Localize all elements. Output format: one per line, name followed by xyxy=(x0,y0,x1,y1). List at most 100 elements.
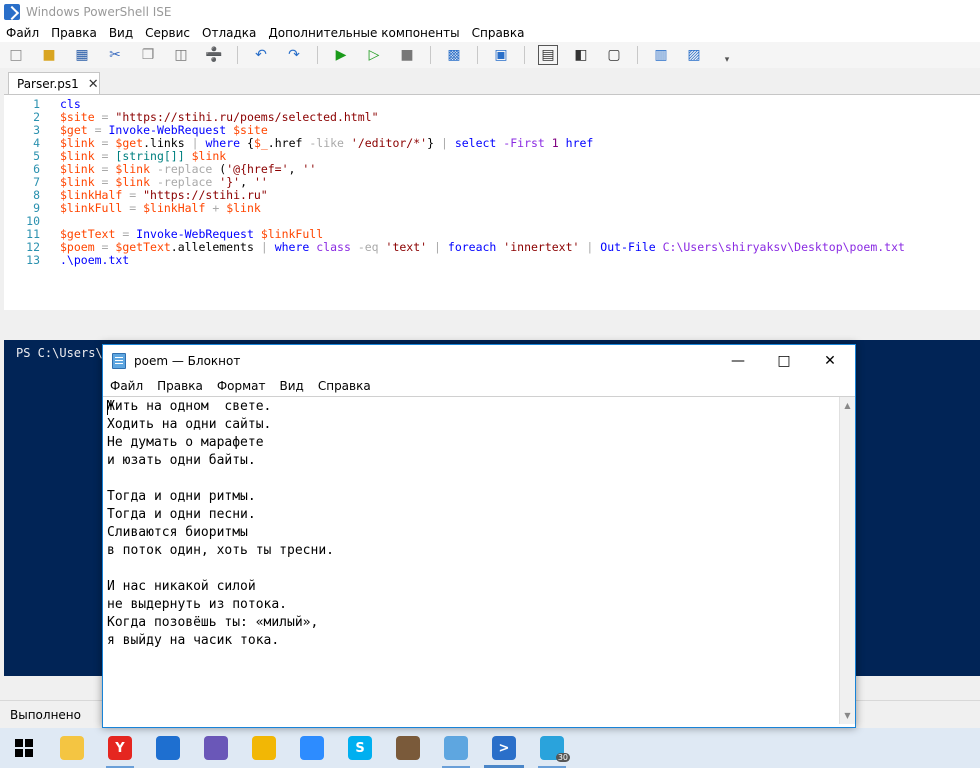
line-number: 8 xyxy=(33,188,40,202)
poem-line: в поток один, хоть ты тресни. xyxy=(107,543,334,558)
zoom-taskbar-button[interactable] xyxy=(288,728,336,768)
explorer-icon xyxy=(60,736,84,760)
toolbar-separator xyxy=(430,46,431,64)
archive-taskbar-button[interactable] xyxy=(384,728,432,768)
telegram-taskbar-button[interactable]: 30 xyxy=(528,728,576,768)
code-line: 13 .\poem.txt xyxy=(4,254,980,267)
start-icon xyxy=(12,736,36,760)
notepad-titlebar[interactable]: poem — Блокнот — □ ✕ xyxy=(103,345,855,376)
snipping-taskbar-button[interactable] xyxy=(192,728,240,768)
stop-icon[interactable]: ■ xyxy=(397,45,417,65)
notepad-menu-item[interactable]: Формат xyxy=(210,379,273,393)
line-number: 3 xyxy=(33,123,40,137)
skype-taskbar-button[interactable]: S xyxy=(336,728,384,768)
poem-line: я выйду на часик тока. xyxy=(107,633,280,648)
poem-line: не выдернуть из потока. xyxy=(107,597,288,612)
close-button[interactable]: ✕ xyxy=(807,345,853,376)
status-text: Выполнено xyxy=(10,707,81,722)
save-icon[interactable]: ▦ xyxy=(72,45,92,65)
scroll-down-icon[interactable]: ▼ xyxy=(844,711,850,720)
layout-right-icon[interactable]: ◧ xyxy=(571,45,591,65)
poem-line xyxy=(107,560,334,578)
notepad-vertical-scrollbar[interactable]: ▲ ▼ xyxy=(839,397,855,724)
menubar: Файл Правка Вид Сервис Отладка Дополнительные… xyxy=(0,24,980,42)
titlebar: Windows PowerShell ISE xyxy=(0,0,980,24)
scroll-up-icon[interactable]: ▲ xyxy=(844,401,850,410)
powershell-icon: > xyxy=(492,736,516,760)
cut-icon[interactable]: ✂ xyxy=(105,45,125,65)
notepad-menu-item[interactable]: Вид xyxy=(273,379,311,393)
menu-item[interactable]: Правка xyxy=(45,26,103,40)
toolbar-separator xyxy=(317,46,318,64)
console-icon[interactable]: ▣ xyxy=(491,45,511,65)
run-selection-icon[interactable]: ▷ xyxy=(364,45,384,65)
script-editor[interactable]: 1 cls 2 $site = "https://stihi.ru/poems/sel… xyxy=(4,94,980,324)
menu-item[interactable]: Дополнительные компоненты xyxy=(262,26,465,40)
paste-icon[interactable]: ◫ xyxy=(171,45,191,65)
menu-item[interactable]: Справка xyxy=(466,26,531,40)
poem-line: И нас никакой силой xyxy=(107,579,256,594)
line-number: 13 xyxy=(26,253,40,267)
menu-item[interactable]: Файл xyxy=(0,26,45,40)
tab-parser[interactable]: Parser.ps1 ✕ xyxy=(8,72,100,95)
taskbar: Y S >30 xyxy=(0,728,980,768)
notepad-menu-item[interactable]: Правка xyxy=(150,379,210,393)
line-number: 4 xyxy=(33,136,40,150)
line-number: 5 xyxy=(33,149,40,163)
notepad-content: Жить на одном свете. Ходить на одни сайты… xyxy=(107,398,334,650)
run-icon[interactable]: ▶ xyxy=(331,45,351,65)
layout-top-icon[interactable]: ▤ xyxy=(538,45,558,65)
notepad-text-area[interactable]: Жить на одном свете. Ходить на одни сайты… xyxy=(103,396,855,724)
notification-badge: 30 xyxy=(555,753,570,762)
notepad-menu-item[interactable]: Файл xyxy=(103,379,150,393)
skype-icon: S xyxy=(348,736,372,760)
menu-item[interactable]: Вид xyxy=(103,26,139,40)
line-number: 1 xyxy=(33,97,40,111)
notepad-taskbar-button[interactable] xyxy=(432,728,480,768)
start-taskbar-button[interactable] xyxy=(0,728,48,768)
remote-icon[interactable]: ▩ xyxy=(444,45,464,65)
sticky-notes-taskbar-button[interactable] xyxy=(240,728,288,768)
notepad-window: poem — Блокнот — □ ✕ Файл Правка Формат Вид… xyxy=(102,344,856,728)
powershell-taskbar-button[interactable]: > xyxy=(480,728,528,768)
addon-icon[interactable]: ▨ xyxy=(684,45,704,65)
console-prompt: PS C:\Users\ xyxy=(16,346,103,360)
explorer-taskbar-button[interactable] xyxy=(48,728,96,768)
notepad-icon xyxy=(112,352,126,369)
powershell-ise-icon xyxy=(4,4,20,20)
window-title: Windows PowerShell ISE xyxy=(26,5,172,19)
edge-legacy-taskbar-button[interactable] xyxy=(144,728,192,768)
code-line: 9 $linkFull = $linkHalf + $link xyxy=(4,202,980,215)
new-icon[interactable]: □ xyxy=(6,45,26,65)
toolbar-separator xyxy=(637,46,638,64)
clear-icon[interactable]: ➗ xyxy=(204,45,224,65)
edge-legacy-icon xyxy=(156,736,180,760)
close-icon[interactable]: ✕ xyxy=(88,77,99,92)
copy-icon[interactable]: ❐ xyxy=(138,45,158,65)
notepad-title: poem — Блокнот xyxy=(134,353,241,368)
archive-icon xyxy=(396,736,420,760)
editor-horizontal-scrollbar[interactable] xyxy=(4,310,980,324)
redo-icon[interactable]: ↷ xyxy=(284,45,304,65)
maximize-button[interactable]: □ xyxy=(761,345,807,376)
menu-item[interactable]: Сервис xyxy=(139,26,196,40)
commands-icon[interactable]: ▥ xyxy=(651,45,671,65)
poem-line: Когда позовёшь ты: «милый», xyxy=(107,615,319,630)
layout-max-icon[interactable]: ▢ xyxy=(604,45,624,65)
undo-icon[interactable]: ↶ xyxy=(251,45,271,65)
notepad-menu-item[interactable]: Справка xyxy=(311,379,378,393)
sticky-notes-icon xyxy=(252,736,276,760)
poem-line: Жить на одном свете. xyxy=(107,399,272,414)
menu-item[interactable]: Отладка xyxy=(196,26,262,40)
open-icon[interactable]: ■ xyxy=(39,45,59,65)
poem-line: и юзать одни байты. xyxy=(107,453,256,468)
toolbar-overflow-icon[interactable]: ▾ xyxy=(717,50,737,70)
minimize-button[interactable]: — xyxy=(715,345,761,376)
zoom-icon xyxy=(300,736,324,760)
toolbar: □ ■ ▦ ✂ ❐ ◫ ➗ ↶ ↷ ▶ ▷ ■ ▩ ▣ ▤ ◧ ▢ ▥ ▨ ▾ xyxy=(0,42,980,68)
yandex-browser-taskbar-button[interactable]: Y xyxy=(96,728,144,768)
editor-code: 1 cls 2 $site = "https://stihi.ru/poems/sel… xyxy=(4,95,980,267)
line-number: 2 xyxy=(33,110,40,124)
code-text: $poem = $getText.allelements | where cla… xyxy=(60,240,905,254)
code-line: 12 $poem = $getText.allelements | where c… xyxy=(4,241,980,254)
